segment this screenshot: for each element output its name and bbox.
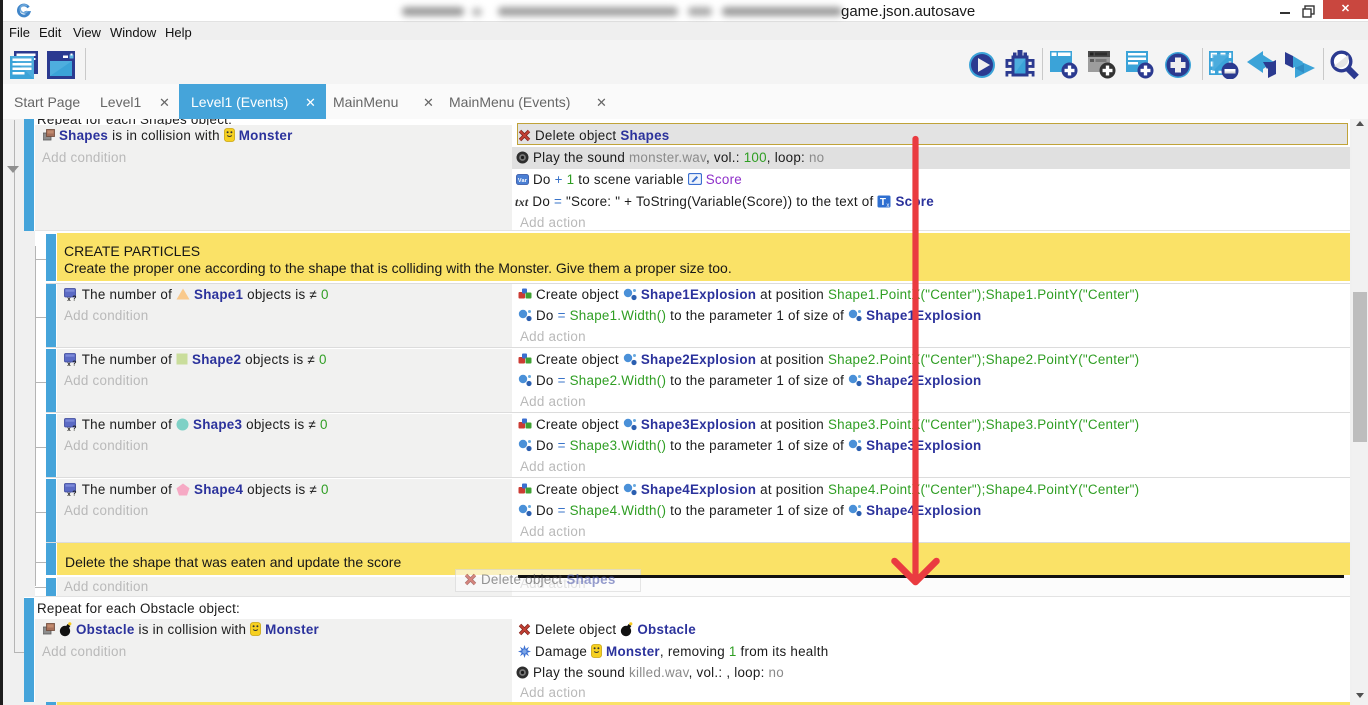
svg-text:x: x bbox=[67, 491, 71, 496]
svg-text:x: x bbox=[67, 296, 71, 301]
svg-text:x: x bbox=[67, 426, 71, 431]
svg-text:?: ? bbox=[72, 490, 77, 496]
svg-text:?: ? bbox=[72, 295, 77, 301]
svg-text:Var: Var bbox=[518, 178, 528, 184]
svg-text:?: ? bbox=[72, 360, 77, 366]
svg-text:x: x bbox=[67, 361, 71, 366]
svg-text:?: ? bbox=[72, 425, 77, 431]
